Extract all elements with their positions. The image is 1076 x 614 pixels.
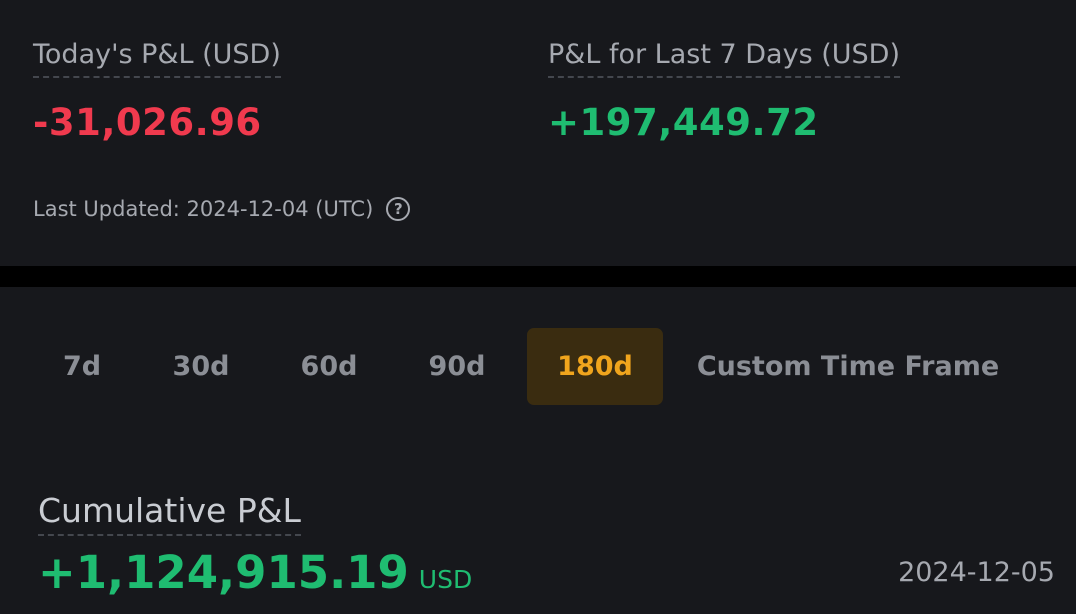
today-pnl-label[interactable]: Today's P&L (USD) [33,38,281,78]
cumulative-pnl-value: +1,124,915.19 [38,546,409,599]
pnl-screen: Today's P&L (USD) -31,026.96 P&L for Las… [0,0,1076,614]
last-updated: Last Updated: 2024-12-04 (UTC) ? [33,194,411,224]
today-pnl-value: -31,026.96 [33,101,262,144]
cumulative-pnl-row: +1,124,915.19 USD [38,545,472,601]
tab-60d[interactable]: 60d [288,328,370,405]
week-pnl-label[interactable]: P&L for Last 7 Days (USD) [548,38,900,78]
week-pnl-stat: P&L for Last 7 Days (USD) +197,449.72 [548,38,900,145]
week-pnl-value: +197,449.72 [548,101,819,144]
cumulative-pnl-unit: USD [418,565,473,594]
cumulative-pnl-date: 2024-12-05 [898,557,1055,588]
last-updated-text: Last Updated: 2024-12-04 (UTC) [33,197,374,221]
tab-7d[interactable]: 7d [50,328,114,405]
tab-30d[interactable]: 30d [160,328,242,405]
tab-180d[interactable]: 180d [527,328,663,405]
pnl-summary-panel: Today's P&L (USD) -31,026.96 P&L for Las… [0,0,1076,266]
cumulative-pnl-label[interactable]: Cumulative P&L [38,491,301,536]
tab-custom-time-frame[interactable]: Custom Time Frame [694,328,1002,405]
cumulative-pnl-panel: 7d 30d 60d 90d 180d Custom Time Frame Cu… [0,287,1076,614]
today-pnl-stat: Today's P&L (USD) -31,026.96 [33,38,281,145]
tab-90d[interactable]: 90d [416,328,498,405]
question-circle-icon[interactable]: ? [386,197,411,221]
